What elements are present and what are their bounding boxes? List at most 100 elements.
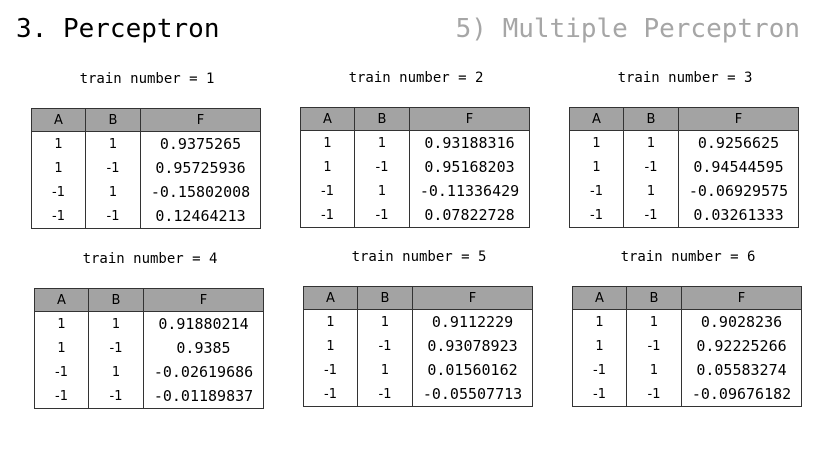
train-caption: train number = 6: [620, 249, 756, 265]
table-header-row: ABF: [569, 107, 799, 131]
table-cell: 1: [572, 334, 627, 358]
table-cell: 1: [34, 311, 89, 336]
table-row: -1 1 0.05583274: [572, 358, 802, 382]
table-cell: -0.05507713: [412, 382, 533, 407]
table-cell: -1: [303, 382, 358, 407]
table-cell: -1: [300, 203, 355, 228]
table-cell: 1: [569, 130, 624, 155]
table-header-row: ABF: [300, 107, 530, 131]
table-cell: 0.95725936: [140, 156, 261, 180]
train-caption: train number = 4: [82, 251, 218, 267]
train-table: A B F 1 1 0.9256625 1 -1 0.94544595 -1 1 -0.0692957…: [569, 107, 799, 228]
table-cell: 1: [31, 131, 86, 156]
table-cell: 0.92225266: [681, 334, 802, 358]
table-cell: -1: [572, 358, 627, 382]
column-header: A: [303, 286, 358, 310]
table-cell: -1: [31, 180, 86, 204]
table-row: 1 1 0.9256625: [569, 130, 799, 155]
column-header: A: [300, 107, 355, 131]
table-header-row: ABF: [572, 286, 802, 310]
table-cell: 1: [572, 309, 627, 334]
table-row: -1 -1 0.12464213: [31, 204, 261, 229]
table-row: 1 -1 0.9385: [34, 336, 264, 360]
table-cell: 1: [85, 131, 141, 156]
column-header: F: [678, 107, 799, 131]
table-cell: -0.11336429: [409, 179, 530, 203]
train-table: A B F 1 1 0.9375265 1 -1 0.95725936 -1 1 -0.1580200…: [31, 108, 261, 229]
section-subtitle: 5) Multiple Perceptron: [455, 14, 800, 44]
table-cell: -1: [300, 179, 355, 203]
table-cell: 1: [300, 130, 355, 155]
table-cell: 1: [354, 130, 410, 155]
train-caption: train number = 2: [348, 70, 484, 86]
table-cell: 1: [300, 155, 355, 179]
table-cell: 1: [31, 156, 86, 180]
column-header: B: [85, 108, 141, 132]
table-cell: -1: [34, 360, 89, 384]
table-cell: -0.09676182: [681, 382, 802, 407]
table-cell: 0.07822728: [409, 203, 530, 228]
table-row: 1 -1 0.95168203: [300, 155, 530, 179]
table-cell: -1: [623, 203, 679, 228]
column-header: B: [354, 107, 410, 131]
train-panel: train number = 6 A B F 1 1 0.9028236 1 -1 0.92225…: [572, 248, 804, 407]
train-table: A B F 1 1 0.9028236 1 -1 0.92225266 -1 1 0.05583274…: [572, 286, 802, 407]
table-row: 1 -1 0.93078923: [303, 334, 533, 358]
table-row: -1 1 0.01560162: [303, 358, 533, 382]
table-cell: 0.93188316: [409, 130, 530, 155]
table-cell: -1: [626, 334, 682, 358]
table-row: 1 -1 0.95725936: [31, 156, 261, 180]
table-cell: -1: [303, 358, 358, 382]
table-cell: -1: [354, 155, 410, 179]
table-cell: 1: [303, 334, 358, 358]
column-header: F: [412, 286, 533, 310]
page-title: 3. Perceptron: [16, 14, 220, 44]
column-header: B: [623, 107, 679, 131]
table-cell: 1: [626, 358, 682, 382]
train-panel: train number = 2 A B F 1 1 0.93188316 1 -1 0.9516…: [300, 69, 532, 228]
table-cell: -1: [626, 382, 682, 407]
table-cell: 0.05583274: [681, 358, 802, 382]
table-header-row: ABF: [31, 108, 261, 132]
table-row: -1 -1 -0.09676182: [572, 382, 802, 407]
train-panel: train number = 3 A B F 1 1 0.9256625 1 -1 0.94544…: [569, 69, 801, 228]
table-header-row: ABF: [303, 286, 533, 310]
table-cell: -1: [88, 384, 144, 409]
column-header: B: [88, 288, 144, 312]
column-header: A: [34, 288, 89, 312]
table-row: -1 1 -0.06929575: [569, 179, 799, 203]
table-cell: 1: [357, 358, 413, 382]
train-table: A B F 1 1 0.91880214 1 -1 0.9385 -1 1 -0.02619686 -1…: [34, 288, 264, 409]
table-row: 1 1 0.93188316: [300, 130, 530, 155]
table-row: 1 -1 0.94544595: [569, 155, 799, 179]
table-header-row: ABF: [34, 288, 264, 312]
train-table: A B F 1 1 0.93188316 1 -1 0.95168203 -1 1 -0.113364…: [300, 107, 530, 228]
column-header: A: [569, 107, 624, 131]
table-row: -1 -1 -0.05507713: [303, 382, 533, 407]
table-cell: -1: [34, 384, 89, 409]
table-cell: 0.93078923: [412, 334, 533, 358]
table-row: -1 1 -0.02619686: [34, 360, 264, 384]
table-cell: -1: [357, 382, 413, 407]
column-header: B: [357, 286, 413, 310]
table-cell: 0.9112229: [412, 309, 533, 334]
table-row: 1 1 0.9028236: [572, 309, 802, 334]
train-panel: train number = 1 A B F 1 1 0.9375265 1 -1 0.95725…: [31, 70, 263, 229]
table-cell: -1: [85, 204, 141, 229]
table-cell: -1: [354, 203, 410, 228]
table-cell: 0.94544595: [678, 155, 799, 179]
table-cell: -1: [569, 179, 624, 203]
table-cell: 1: [623, 130, 679, 155]
column-header: F: [143, 288, 264, 312]
train-panel: train number = 4 A B F 1 1 0.91880214 1 -1 0.9385…: [34, 250, 266, 409]
table-cell: -0.02619686: [143, 360, 264, 384]
table-cell: -0.06929575: [678, 179, 799, 203]
table-cell: -1: [88, 336, 144, 360]
table-cell: 0.91880214: [143, 311, 264, 336]
train-caption: train number = 3: [617, 70, 753, 86]
table-row: -1 1 -0.11336429: [300, 179, 530, 203]
train-panel: train number = 5 A B F 1 1 0.9112229 1 -1 0.93078…: [303, 248, 535, 407]
column-header: F: [681, 286, 802, 310]
table-cell: -0.15802008: [140, 180, 261, 204]
table-cell: 1: [626, 309, 682, 334]
